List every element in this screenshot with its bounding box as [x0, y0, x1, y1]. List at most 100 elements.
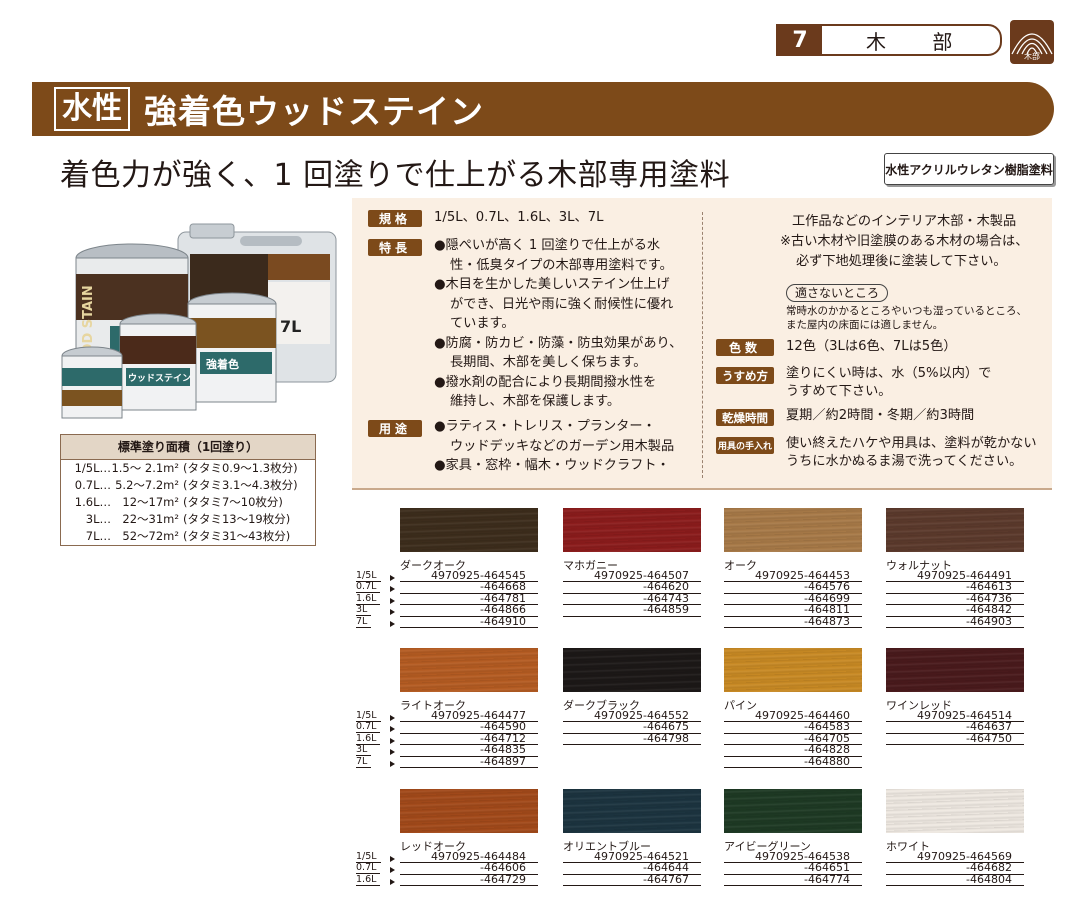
size-tag: 7L: [356, 756, 398, 768]
use-label: 用途: [368, 420, 422, 437]
coverage-size: 3L…: [85, 512, 111, 526]
tool-care-label: 用具の手入れ: [716, 437, 774, 454]
jan-codes: 4970925-464514 -464637 -464750: [886, 710, 1024, 746]
unsuitable-tag: 適さないところ: [786, 284, 889, 302]
jan-code: -464804: [886, 874, 1024, 887]
coverage-area: 5.2～7.2m²: [115, 478, 179, 492]
tool-care-line: 使い終えたハケや用具は、塗料が乾かない: [786, 436, 1037, 451]
color-swatch: [886, 508, 1024, 552]
coverage-area: 1.5～ 2.1m²: [111, 461, 179, 475]
coverage-size: 1/5L…: [74, 461, 111, 475]
unsuitable-line: また屋内の床面には適しません。: [786, 319, 944, 331]
spec-label: 規格: [368, 210, 422, 227]
jan-codes: 4970925-464477 -464590 -464712 -464835 -…: [400, 710, 538, 768]
size-tags: 1/5L 0.7L 1.6L 3L 7L: [356, 711, 398, 768]
coverage-area: 22～31m²: [122, 512, 179, 526]
thinner-line: 塗りにくい時は、水（5%以内）で: [786, 366, 992, 381]
unsuitable-line: 常時水のかかるところやいつも湿っているところ、: [786, 305, 1027, 317]
jan-codes: 4970925-464521 -464644 -464767: [563, 851, 701, 887]
coverage-area: 12～17m²: [122, 495, 179, 509]
jan-code: -464873: [724, 615, 862, 628]
jan-codes: 4970925-464484 -464606 -464729: [400, 851, 538, 887]
coverage-row: 3L… 22～31m² (タタミ13～19枚分): [61, 511, 315, 528]
coverage-heading: 標準塗り面積（1回塗り）: [61, 435, 315, 460]
jan-codes: 4970925-464569 -464682 -464804: [886, 851, 1024, 887]
coverage-size: 1.6L…: [74, 495, 111, 509]
color-swatch: [563, 508, 701, 552]
feature-line: ●木目を生かした美しいステイン仕上げ: [434, 277, 670, 292]
color-count-value: 12色（3Lは6色、7Lは5色）: [786, 339, 957, 354]
dry-time-label: 乾燥時間: [716, 409, 774, 426]
jan-code: -464750: [886, 733, 1024, 746]
jan-code: -464903: [886, 615, 1024, 628]
coverage-row: 1/5L… 1.5～ 2.1m² (タタミ0.9～1.3枚分): [61, 460, 315, 477]
title-band: 水性 強着色ウッドステイン: [32, 82, 1054, 136]
feature-line: 長期間、木部を美しく保ちます。: [450, 355, 647, 370]
jan-codes: 4970925-464507 -464620 -464743 -464859: [563, 570, 701, 617]
coverage-area: 52～72m²: [122, 529, 179, 543]
jan-code: -464897: [400, 755, 538, 768]
use-line: ウッドデッキなどのガーデン用木製品: [450, 438, 675, 454]
feature-line: 性・低臭タイプの木部専用塗料です。: [450, 257, 673, 273]
tool-care-line: うちに水かぬるま湯で洗ってください。: [786, 454, 1023, 469]
use-line: ●家具・窓枠・幅木・ウッドクラフト・: [434, 458, 670, 473]
coverage-row: 7L… 52～72m² (タタミ31～43枚分): [61, 528, 315, 545]
coverage-tatami: (タタミ0.9～1.3枚分): [183, 461, 298, 475]
jan-code: -464859: [563, 604, 701, 617]
feature-label: 特長: [368, 239, 422, 256]
thinner-label: うすめ方: [716, 367, 774, 384]
jan-codes: 4970925-464552 -464675 -464798: [563, 710, 701, 746]
product-title: 強着色ウッドステイン: [144, 92, 484, 131]
spec-divider: [702, 212, 703, 478]
color-count-label: 色数: [716, 339, 774, 356]
coverage-tatami: (タタミ7～10枚分): [183, 495, 283, 509]
color-swatch: [400, 508, 538, 552]
section-number: 7: [778, 26, 822, 54]
can-label-text-2: ウッドステイン: [128, 373, 191, 384]
can-label-text-1: 強着色: [206, 357, 239, 371]
use-continued-line: 必ず下地処理後に塗装して下さい。: [796, 254, 1007, 269]
coverage-tatami: (タタミ3.1～4.3枚分): [183, 478, 298, 492]
coverage-tatami: (タタミ13～19枚分): [183, 512, 291, 526]
feature-line: ●隠ぺいが高く 1 回塗りで仕上がる水: [434, 238, 661, 253]
jan-codes: 4970925-464453 -464576 -464699 -464811 -…: [724, 570, 862, 628]
size-tag: 3L: [356, 745, 398, 757]
water-based-badge: 水性: [54, 87, 130, 131]
feature-line: ています。: [450, 316, 515, 331]
jan-code: -464774: [724, 874, 862, 887]
jan-codes: 4970925-464491 -464613 -464736 -464842 -…: [886, 570, 1024, 628]
coverage-row: 0.7L… 5.2～7.2m² (タタミ3.1～4.3枚分): [61, 477, 315, 494]
dry-time-value: 夏期／約2時間・冬期／約3時間: [786, 408, 975, 423]
feature-line: 維持し、木部を保護します。: [450, 394, 621, 409]
color-swatch: [400, 648, 538, 692]
use-continued-line: 工作品などのインテリア木部・木製品: [792, 214, 1017, 229]
jan-code: -464798: [563, 733, 701, 746]
color-swatch: [724, 508, 862, 552]
product-cans-image: 7L WOOD STAIN 強着色 ウッドステイン: [40, 220, 340, 425]
jan-codes: 4970925-464545 -464668 -464781 -464866 -…: [400, 570, 538, 628]
spec-value: 1/5L、0.7L、1.6L、3L、7L: [434, 210, 604, 225]
can-volume-text: 7L: [280, 317, 301, 336]
color-swatch: [724, 789, 862, 833]
coverage-row: 1.6L… 12～17m² (タタミ7～10枚分): [61, 494, 315, 511]
size-tag: 7L: [356, 616, 398, 628]
section-label: 木 部: [866, 29, 973, 54]
coverage-size: 0.7L…: [74, 478, 111, 492]
jan-codes: 4970925-464460 -464583 -464705 -464828 -…: [724, 710, 862, 768]
wood-icon-label: 木部: [1024, 52, 1040, 61]
color-swatch: [886, 789, 1024, 833]
color-swatch: [724, 648, 862, 692]
color-swatch: [400, 789, 538, 833]
size-tags: 1/5L 0.7L 1.6L: [356, 852, 398, 886]
coverage-size: 7L…: [85, 529, 111, 543]
size-tags: 1/5L 0.7L 1.6L 3L 7L: [356, 571, 398, 628]
subtitle: 着色力が強く、1 回塗りで仕上がる木部専用塗料: [60, 158, 731, 193]
jan-code: -464767: [563, 874, 701, 887]
size-tag: 1.6L: [356, 874, 398, 886]
jan-codes: 4970925-464538 -464651 -464774: [724, 851, 862, 887]
color-swatch: [886, 648, 1024, 692]
feature-line: ができ、日光や雨に強く耐候性に優れ: [450, 296, 674, 312]
size-tag: 3L: [356, 605, 398, 617]
jan-code: -464910: [400, 615, 538, 628]
jan-code: -464729: [400, 874, 538, 887]
